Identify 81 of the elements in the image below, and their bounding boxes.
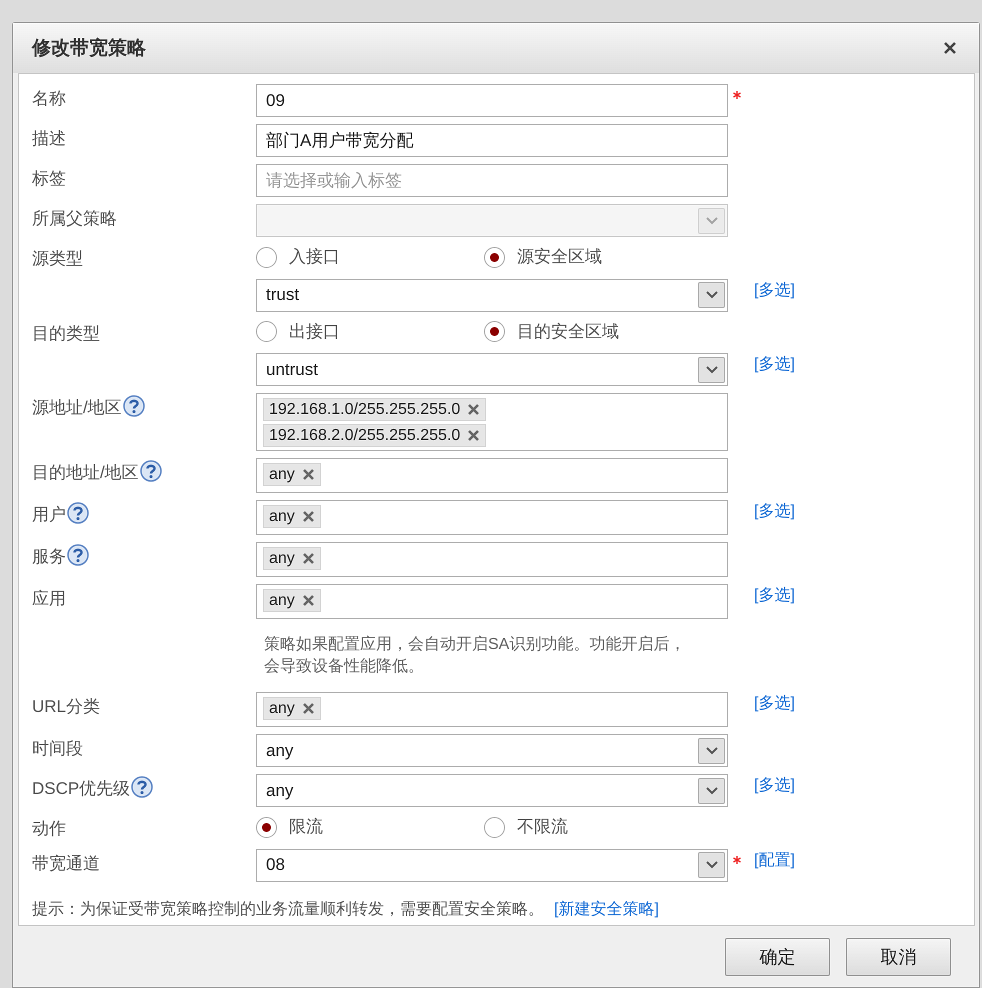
text-field[interactable]: 请选择或输入标签 [256,164,728,197]
hint-text: 提示：为保证受带宽策略控制的业务流量顺利转发，需要配置安全策略。 [32,900,544,918]
field-label: 标签 [32,168,66,190]
remove-icon[interactable] [302,511,314,522]
radio-button[interactable] [256,246,277,268]
tag-input-field[interactable]: any [256,584,728,619]
multi-select-link[interactable]: [多选] [752,500,795,520]
multi-select-link[interactable]: [多选] [752,278,795,298]
dialog-title: 修改带宽策略 [32,36,146,60]
dropdown-field[interactable]: untrust [256,353,728,386]
radio-option[interactable]: 出接口 [256,318,484,344]
field-label: 动作 [32,818,66,840]
remove-icon[interactable] [302,469,314,480]
tag-chip: any [263,589,321,612]
dropdown-field[interactable]: trust [256,278,728,312]
text-field[interactable]: 部门A用户带宽分配 [256,124,728,157]
radio-button[interactable] [256,321,277,342]
field-label: 时间段 [32,738,83,760]
cancel-button[interactable]: 取消 [846,938,951,976]
tag-input-field[interactable]: any [256,458,728,493]
chevron-down-icon [706,366,718,374]
radio-option[interactable]: 限流 [256,814,484,840]
radio-button[interactable] [484,246,505,268]
field-label: 名称 [32,88,66,110]
tag-chip: any [263,547,321,570]
tag-chip: 192.168.1.0/255.255.255.0 [263,398,486,421]
tag-input-field[interactable]: any [256,500,728,535]
remove-icon[interactable] [302,595,314,606]
radio-option[interactable]: 入接口 [256,244,484,270]
tag-input-field[interactable]: any [256,542,728,577]
new-policy-link[interactable]: [新建安全策略] [552,898,659,918]
radio-button[interactable] [256,816,277,838]
remove-icon[interactable] [302,553,314,564]
radio-button[interactable] [484,816,505,838]
radio-option[interactable]: 源安全区域 [484,244,712,270]
chevron-down-icon [706,861,718,870]
tag-chip: any [263,505,321,528]
tag-chip: any [263,697,321,720]
dropdown-field[interactable]: 08 [256,848,728,882]
radio-option[interactable]: 目的安全区域 [484,318,712,344]
multi-select-link[interactable]: [配置] [752,848,795,869]
field-label: 源地址/地区 [32,397,122,419]
field-label: 目的地址/地区 [32,462,139,484]
radio-option[interactable]: 不限流 [484,814,712,840]
tag-input-field[interactable]: any [256,692,728,728]
field-label: 带宽通道 [32,852,100,875]
field-label: 目的类型 [32,322,100,344]
chevron-down-icon [706,216,718,224]
remove-icon[interactable] [468,430,480,441]
multi-select-link[interactable]: [多选] [752,692,795,712]
dropdown-arrow-button[interactable] [698,778,725,804]
tag-input-field[interactable]: 192.168.1.0/255.255.255.0 192.168.2.0/255.255.255.0 [256,393,728,451]
tag-chip: 192.168.2.0/255.255.255.0 [263,424,486,447]
dropdown-arrow-button[interactable] [698,282,725,308]
multi-select-link[interactable]: [多选] [752,584,795,604]
field-label: 所属父策略 [32,208,117,230]
chevron-down-icon [706,746,718,755]
field-label: 服务 [32,546,66,568]
field-label: URL分类 [32,696,100,718]
tag-chip: any [263,463,321,486]
field-label: 描述 [32,128,66,150]
dropdown-field[interactable]: any [256,774,728,808]
multi-select-link[interactable]: [多选] [752,353,795,373]
field-label: 用户 [32,504,66,526]
multi-select-link[interactable]: [多选] [752,774,795,794]
dropdown-field[interactable]: any [256,734,728,768]
text-field[interactable]: 09 [256,84,728,117]
chevron-down-icon [706,291,718,299]
close-icon[interactable] [943,41,957,55]
field-label: 源类型 [32,248,83,270]
radio-button[interactable] [484,321,505,342]
remove-icon[interactable] [468,404,480,415]
dropdown-arrow-button[interactable] [698,738,725,764]
field-label: DSCP优先级 [32,778,130,800]
ok-button[interactable]: 确定 [725,938,830,976]
hint-text: 策略如果配置应用，会自动开启SA识别功能。功能开启后，会导致设备性能降低。 [263,634,686,677]
dropdown-arrow-button[interactable] [698,356,725,382]
remove-icon[interactable] [302,703,314,714]
chevron-down-icon [706,786,718,795]
field-label: 应用 [32,588,66,610]
dropdown-arrow-button[interactable] [698,852,725,878]
